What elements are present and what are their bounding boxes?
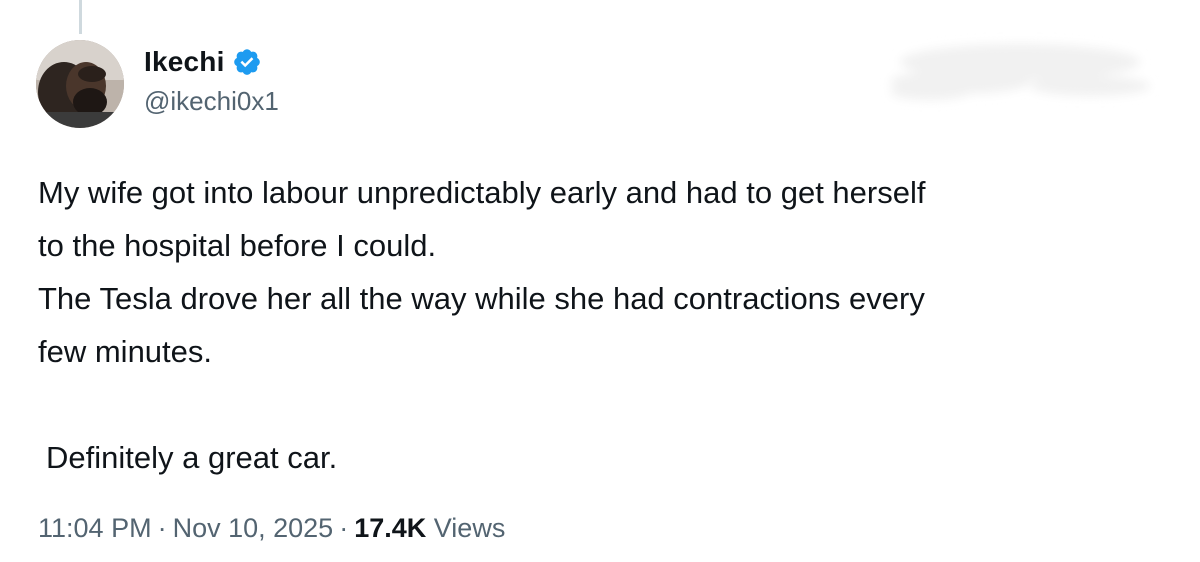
author-handle[interactable]: @ikechi0x1 [144,86,279,117]
author-name-row: Ikechi [144,42,279,82]
tweet-text-line: to the hospital before I could. [38,228,437,263]
views-count[interactable]: 17.4K [354,513,426,543]
views-label: Views [433,513,506,543]
tweet-text-line: The Tesla drove her all the way while sh… [38,281,925,316]
meta-separator: · [157,513,167,543]
verified-badge-icon[interactable] [232,47,262,77]
tweet-text-line: few minutes. [38,334,213,369]
tweet-time[interactable]: 11:04 PM [38,513,152,543]
tweet-date[interactable]: Nov 10, 2025 [173,513,334,543]
thread-connector-line [79,0,82,34]
blurred-watermark [890,44,1150,100]
avatar-photo [36,40,124,128]
tweet-text-line: My wife got into labour unpredictably ea… [38,175,926,210]
author-name[interactable]: Ikechi [144,46,225,78]
tweet-metadata: 11:04 PM · Nov 10, 2025 · 17.4K Views [38,513,505,544]
tweet-author: Ikechi @ikechi0x1 [144,42,279,117]
meta-separator: · [339,513,349,543]
avatar[interactable] [36,40,124,128]
tweet-text: My wife got into labour unpredictably ea… [38,166,1168,484]
tweet-text-line: Definitely a great car. [46,440,338,475]
